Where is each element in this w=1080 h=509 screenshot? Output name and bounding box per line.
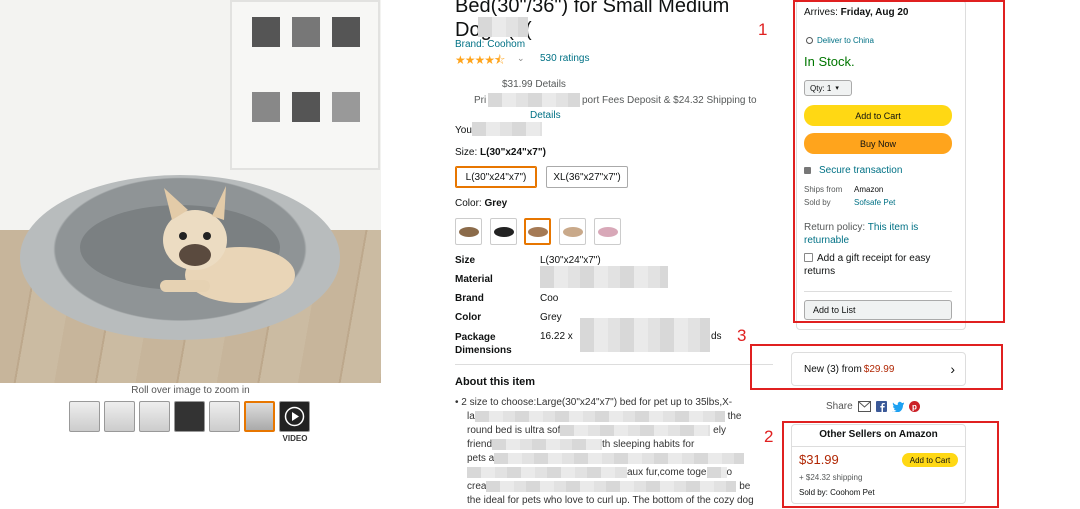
you-save-label: You xyxy=(455,125,472,136)
spec-size-value: L(30"x24"x7") xyxy=(540,255,601,266)
price-label: Pri xyxy=(474,95,487,106)
spec-material-key: Material xyxy=(455,274,493,285)
size-option-xl[interactable]: XL(36"x27"x7") xyxy=(546,166,628,188)
video-thumbnail[interactable] xyxy=(279,401,310,432)
color-swatch-grey[interactable] xyxy=(524,218,551,245)
divider xyxy=(455,364,773,365)
thumbnail-6-selected[interactable] xyxy=(244,401,275,432)
size-option-l[interactable]: L(30"x24"x7") xyxy=(455,166,537,188)
annotation-box-2 xyxy=(782,421,999,508)
blurred-dimensions xyxy=(580,318,710,352)
bullet-1: • 2 size to choose:Large(30"x24"x7") bed… xyxy=(455,396,775,466)
pinterest-icon[interactable]: p xyxy=(908,401,920,412)
play-icon xyxy=(284,406,305,427)
spec-color-value: Grey xyxy=(540,312,562,323)
color-swatch-beige[interactable] xyxy=(559,218,586,245)
annotation-box-1 xyxy=(793,0,1005,323)
blurred-savings xyxy=(472,122,542,136)
product-main-image[interactable] xyxy=(0,0,381,383)
zoom-hint: Roll over image to zoom in xyxy=(131,385,250,396)
spec-brand-key: Brand xyxy=(455,293,484,304)
twitter-icon[interactable] xyxy=(891,401,904,412)
annotation-number-1: 1 xyxy=(758,20,768,39)
thumbnail-3[interactable] xyxy=(139,401,170,432)
price-details: $31.99 Details xyxy=(502,79,566,90)
annotation-number-2: 2 xyxy=(764,427,774,446)
spec-package-key: Package Dimensions xyxy=(455,332,512,356)
thumbnail-2[interactable] xyxy=(104,401,135,432)
star-rating[interactable]: ★★★★⯪ xyxy=(455,51,505,72)
thumbnail-1[interactable] xyxy=(69,401,100,432)
thumbnail-5[interactable] xyxy=(209,401,240,432)
bullet-2: aux fur,come toge o crea be the ideal for… xyxy=(467,466,754,506)
blurred-price-prefix xyxy=(478,78,500,90)
svg-text:p: p xyxy=(912,403,917,412)
size-label: Size: L(30"x24"x7") xyxy=(455,147,546,158)
background-shelf xyxy=(230,0,380,170)
spec-size-key: Size xyxy=(455,255,476,266)
blurred-price xyxy=(488,93,580,107)
color-label: Color: Grey xyxy=(455,198,508,209)
spec-package-value: 16.22 x xyxy=(540,331,573,342)
spec-package-suffix: ds xyxy=(711,331,722,342)
annotation-number-3: 3 xyxy=(737,326,747,345)
blurred-material xyxy=(540,266,668,288)
color-swatch-black[interactable] xyxy=(490,218,517,245)
blurred-title-part xyxy=(478,17,528,37)
annotation-box-3 xyxy=(750,344,1003,390)
about-heading: About this item xyxy=(455,376,536,388)
spec-color-key: Color xyxy=(455,312,482,323)
details-link[interactable]: Details xyxy=(530,110,561,121)
color-swatch-pink[interactable] xyxy=(594,218,621,245)
facebook-icon[interactable] xyxy=(875,401,887,412)
dog-illustration xyxy=(160,186,295,303)
video-label: VIDEO xyxy=(282,434,308,443)
color-swatch-brown[interactable] xyxy=(455,218,482,245)
share-row: Share p xyxy=(826,401,920,412)
spec-brand-value: Coo xyxy=(540,293,559,304)
chevron-down-icon[interactable]: ⌄ xyxy=(517,53,525,64)
email-icon[interactable] xyxy=(857,401,871,412)
brand-link[interactable]: Brand: Coohom xyxy=(455,39,525,50)
thumbnail-4[interactable] xyxy=(174,401,205,432)
import-fees-text: port Fees Deposit & $24.32 Shipping to xyxy=(582,95,757,106)
ratings-count-link[interactable]: 530 ratings xyxy=(540,53,589,64)
